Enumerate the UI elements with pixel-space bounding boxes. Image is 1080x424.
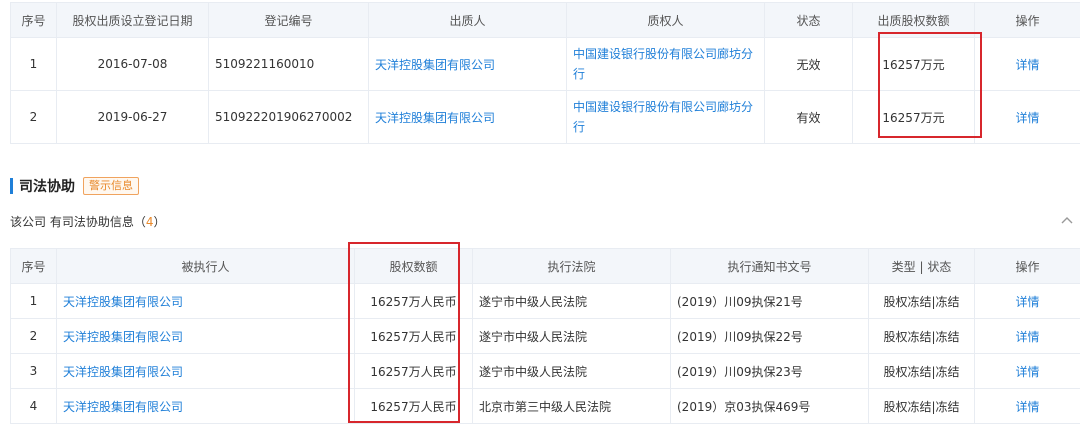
section-accent-bar xyxy=(10,178,13,194)
cell-no: 1 xyxy=(11,284,57,319)
cell-amount: 16257万元 xyxy=(853,38,975,91)
cell-amount: 16257万元 xyxy=(853,91,975,144)
cell-doc-no: (2019）京03执保469号 xyxy=(671,389,869,424)
judicial-assistance-table: 序号 被执行人 股权数额 执行法院 执行通知书文号 类型 | 状态 操作 1 天… xyxy=(10,248,1080,424)
col-header-action: 操作 xyxy=(975,249,1080,284)
pledgor-link[interactable]: 天洋控股集团有限公司 xyxy=(369,38,567,91)
col-header-amount: 出质股权数额 xyxy=(853,3,975,38)
col-header-reg-no: 登记编号 xyxy=(209,3,369,38)
col-header-amount: 股权数额 xyxy=(355,249,473,284)
table-header-row: 序号 股权出质设立登记日期 登记编号 出质人 质权人 状态 出质股权数额 操作 xyxy=(11,3,1080,38)
cell-date: 2016-07-08 xyxy=(57,38,209,91)
cell-no: 4 xyxy=(11,389,57,424)
col-header-no: 序号 xyxy=(11,3,57,38)
detail-link[interactable]: 详情 xyxy=(975,38,1080,91)
party-link[interactable]: 天洋控股集团有限公司 xyxy=(57,354,355,389)
col-header-court: 执行法院 xyxy=(473,249,671,284)
cell-doc-no: (2019）川09执保21号 xyxy=(671,284,869,319)
pledgor-link[interactable]: 天洋控股集团有限公司 xyxy=(369,91,567,144)
cell-type-status: 股权冻结|冻结 xyxy=(869,319,975,354)
cell-no: 2 xyxy=(11,319,57,354)
cell-court: 遂宁市中级人民法院 xyxy=(473,319,671,354)
pledgee-link[interactable]: 中国建设银行股份有限公司廊坊分行 xyxy=(567,38,765,91)
detail-link[interactable]: 详情 xyxy=(975,389,1080,424)
table-header-row: 序号 被执行人 股权数额 执行法院 执行通知书文号 类型 | 状态 操作 xyxy=(11,249,1080,284)
cell-reg-no: 5109221160010 xyxy=(209,38,369,91)
summary-prefix: 该公司 有司法协助信息（ xyxy=(10,215,146,229)
cell-amount: 16257万人民币 xyxy=(355,319,473,354)
cell-type-status: 股权冻结|冻结 xyxy=(869,284,975,319)
cell-status: 有效 xyxy=(765,91,853,144)
detail-link[interactable]: 详情 xyxy=(975,91,1080,144)
table-row: 2 天洋控股集团有限公司 16257万人民币 遂宁市中级人民法院 (2019）川… xyxy=(11,319,1080,354)
equity-pledge-table: 序号 股权出质设立登记日期 登记编号 出质人 质权人 状态 出质股权数额 操作 … xyxy=(10,2,1080,144)
section-header: 司法协助 警示信息 xyxy=(10,176,139,196)
pledgee-link[interactable]: 中国建设银行股份有限公司廊坊分行 xyxy=(567,91,765,144)
party-link[interactable]: 天洋控股集团有限公司 xyxy=(57,319,355,354)
col-header-party: 被执行人 xyxy=(57,249,355,284)
cell-reg-no: 510922201906270002 xyxy=(209,91,369,144)
cell-court: 北京市第三中级人民法院 xyxy=(473,389,671,424)
cell-court: 遂宁市中级人民法院 xyxy=(473,284,671,319)
cell-no: 1 xyxy=(11,38,57,91)
chevron-up-icon[interactable] xyxy=(1060,214,1074,226)
cell-status: 无效 xyxy=(765,38,853,91)
cell-amount: 16257万人民币 xyxy=(355,354,473,389)
col-header-action: 操作 xyxy=(975,3,1080,38)
cell-date: 2019-06-27 xyxy=(57,91,209,144)
cell-type-status: 股权冻结|冻结 xyxy=(869,354,975,389)
cell-type-status: 股权冻结|冻结 xyxy=(869,389,975,424)
cell-no: 2 xyxy=(11,91,57,144)
table-row: 4 天洋控股集团有限公司 16257万人民币 北京市第三中级人民法院 (2019… xyxy=(11,389,1080,424)
table-row: 1 天洋控股集团有限公司 16257万人民币 遂宁市中级人民法院 (2019）川… xyxy=(11,284,1080,319)
col-header-pledgee: 质权人 xyxy=(567,3,765,38)
col-header-status: 状态 xyxy=(765,3,853,38)
cell-amount: 16257万人民币 xyxy=(355,389,473,424)
col-header-no: 序号 xyxy=(11,249,57,284)
col-header-type-status: 类型 | 状态 xyxy=(869,249,975,284)
party-link[interactable]: 天洋控股集团有限公司 xyxy=(57,389,355,424)
table-row: 1 2016-07-08 5109221160010 天洋控股集团有限公司 中国… xyxy=(11,38,1080,91)
judicial-summary: 该公司 有司法协助信息（4） xyxy=(10,213,165,230)
cell-no: 3 xyxy=(11,354,57,389)
col-header-pledgor: 出质人 xyxy=(369,3,567,38)
cell-court: 遂宁市中级人民法院 xyxy=(473,354,671,389)
summary-suffix: ） xyxy=(153,215,165,229)
warning-badge[interactable]: 警示信息 xyxy=(83,177,139,195)
table-row: 3 天洋控股集团有限公司 16257万人民币 遂宁市中级人民法院 (2019）川… xyxy=(11,354,1080,389)
detail-link[interactable]: 详情 xyxy=(975,284,1080,319)
cell-doc-no: (2019）川09执保23号 xyxy=(671,354,869,389)
cell-doc-no: (2019）川09执保22号 xyxy=(671,319,869,354)
detail-link[interactable]: 详情 xyxy=(975,354,1080,389)
table-row: 2 2019-06-27 510922201906270002 天洋控股集团有限… xyxy=(11,91,1080,144)
col-header-date: 股权出质设立登记日期 xyxy=(57,3,209,38)
detail-link[interactable]: 详情 xyxy=(975,319,1080,354)
cell-amount: 16257万人民币 xyxy=(355,284,473,319)
section-title: 司法协助 xyxy=(19,176,75,196)
col-header-doc-no: 执行通知书文号 xyxy=(671,249,869,284)
party-link[interactable]: 天洋控股集团有限公司 xyxy=(57,284,355,319)
